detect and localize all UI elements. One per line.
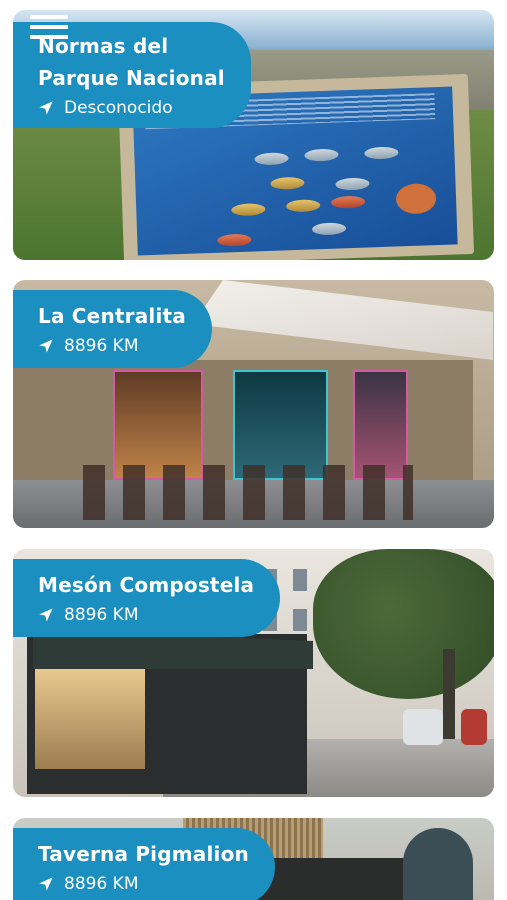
place-distance: 8896 KM <box>38 332 186 360</box>
place-name: Taverna Pigmalion <box>38 842 249 866</box>
place-name: Mesón Compostela <box>38 573 255 597</box>
menu-bar <box>30 15 68 19</box>
distance-value: Desconocido <box>64 98 173 118</box>
place-card-normas-parque-nacional[interactable]: Normas del Parque Nacional Desconocido <box>13 10 494 260</box>
distance-value: 8896 KM <box>64 336 139 356</box>
place-card-la-centralita[interactable]: La Centralita 8896 KM <box>13 280 494 528</box>
place-distance: Desconocido <box>38 94 225 122</box>
place-name: La Centralita <box>38 304 186 328</box>
place-card-taverna-pigmalion[interactable]: Taverna Pigmalion 8896 KM <box>13 818 494 900</box>
distance-value: 8896 KM <box>64 605 139 625</box>
place-distance: 8896 KM <box>38 870 249 898</box>
navigation-arrow-icon <box>39 877 53 891</box>
place-distance: 8896 KM <box>38 601 254 629</box>
place-card-meson-compostela[interactable]: Mesón Compostela 8896 KM <box>13 549 494 797</box>
place-label: Taverna Pigmalion 8896 KM <box>13 828 275 900</box>
navigation-arrow-icon <box>39 608 53 622</box>
distance-value: 8896 KM <box>64 874 139 894</box>
place-name-line2: Parque Nacional <box>38 66 225 90</box>
place-label: La Centralita 8896 KM <box>13 290 212 368</box>
menu-button[interactable] <box>30 12 68 42</box>
navigation-arrow-icon <box>39 101 53 115</box>
navigation-arrow-icon <box>39 339 53 353</box>
place-label: Mesón Compostela 8896 KM <box>13 559 281 637</box>
menu-bar <box>30 35 68 39</box>
menu-bar <box>30 25 68 29</box>
